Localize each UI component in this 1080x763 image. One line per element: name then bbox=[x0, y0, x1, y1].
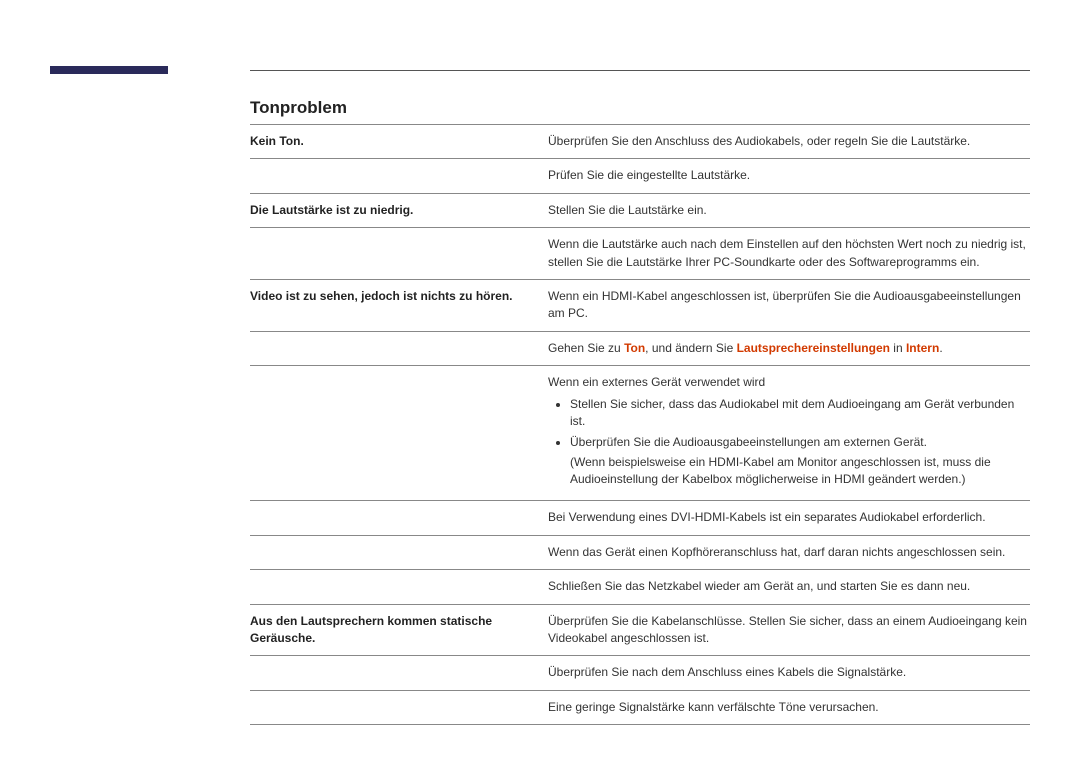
row-label: Video ist zu sehen, jedoch ist nichts zu… bbox=[250, 279, 548, 331]
row-value: Stellen Sie die Lautstärke ein. bbox=[548, 193, 1030, 227]
troubleshoot-table: Kein Ton.Überprüfen Sie den Anschluss de… bbox=[250, 124, 1030, 725]
row-label bbox=[250, 501, 548, 535]
row-value: Wenn die Lautstärke auch nach dem Einste… bbox=[548, 228, 1030, 280]
list-intro: Wenn ein externes Gerät verwendet wird bbox=[548, 374, 1030, 391]
highlight: Intern bbox=[906, 341, 939, 355]
table-row: Schließen Sie das Netzkabel wieder am Ge… bbox=[250, 570, 1030, 604]
accent-bar bbox=[50, 66, 168, 74]
table-row: Wenn das Gerät einen Kopfhöreranschluss … bbox=[250, 535, 1030, 569]
row-label: Die Lautstärke ist zu niedrig. bbox=[250, 193, 548, 227]
table-row: Wenn die Lautstärke auch nach dem Einste… bbox=[250, 228, 1030, 280]
row-label: Aus den Lautsprechern kommen statische G… bbox=[250, 604, 548, 656]
top-rule bbox=[250, 70, 1030, 71]
row-label bbox=[250, 331, 548, 365]
row-value: Gehen Sie zu Ton, und ändern Sie Lautspr… bbox=[548, 331, 1030, 365]
row-label bbox=[250, 570, 548, 604]
row-value: Wenn ein externes Gerät verwendet wird St… bbox=[548, 366, 1030, 501]
table-row: Wenn ein externes Gerät verwendet wird St… bbox=[250, 366, 1030, 501]
row-value: Prüfen Sie die eingestellte Lautstärke. bbox=[548, 159, 1030, 193]
row-value: Eine geringe Signalstärke kann verfälsch… bbox=[548, 690, 1030, 724]
highlight: Ton bbox=[624, 341, 645, 355]
row-label bbox=[250, 228, 548, 280]
bullet-list: Stellen Sie sicher, dass das Audiokabel … bbox=[548, 396, 1030, 489]
table-row: Überprüfen Sie nach dem Anschluss eines … bbox=[250, 656, 1030, 690]
list-item: Überprüfen Sie die Audioausgabeeinstellu… bbox=[570, 434, 1030, 488]
section-heading: Tonproblem bbox=[250, 98, 1030, 118]
table-row: Eine geringe Signalstärke kann verfälsch… bbox=[250, 690, 1030, 724]
table-row: Kein Ton.Überprüfen Sie den Anschluss de… bbox=[250, 125, 1030, 159]
row-label bbox=[250, 159, 548, 193]
table-row: Aus den Lautsprechern kommen statische G… bbox=[250, 604, 1030, 656]
table-row: Die Lautstärke ist zu niedrig.Stellen Si… bbox=[250, 193, 1030, 227]
row-label: Kein Ton. bbox=[250, 125, 548, 159]
content-area: Tonproblem Kein Ton.Überprüfen Sie den A… bbox=[250, 98, 1030, 725]
list-item: Stellen Sie sicher, dass das Audiokabel … bbox=[570, 396, 1030, 431]
table-row: Bei Verwendung eines DVI-HDMI-Kabels ist… bbox=[250, 501, 1030, 535]
table-row: Gehen Sie zu Ton, und ändern Sie Lautspr… bbox=[250, 331, 1030, 365]
row-value: Wenn ein HDMI-Kabel angeschlossen ist, ü… bbox=[548, 279, 1030, 331]
list-item-sub: (Wenn beispielsweise ein HDMI-Kabel am M… bbox=[570, 454, 1030, 489]
row-label bbox=[250, 690, 548, 724]
row-value: Überprüfen Sie den Anschluss des Audioka… bbox=[548, 125, 1030, 159]
table-row: Video ist zu sehen, jedoch ist nichts zu… bbox=[250, 279, 1030, 331]
row-value: Überprüfen Sie nach dem Anschluss eines … bbox=[548, 656, 1030, 690]
row-label bbox=[250, 366, 548, 501]
row-value: Bei Verwendung eines DVI-HDMI-Kabels ist… bbox=[548, 501, 1030, 535]
highlight: Lautsprechereinstellungen bbox=[737, 341, 890, 355]
row-label bbox=[250, 535, 548, 569]
row-value: Wenn das Gerät einen Kopfhöreranschluss … bbox=[548, 535, 1030, 569]
row-value: Schließen Sie das Netzkabel wieder am Ge… bbox=[548, 570, 1030, 604]
row-label bbox=[250, 656, 548, 690]
table-row: Prüfen Sie die eingestellte Lautstärke. bbox=[250, 159, 1030, 193]
table-row bbox=[250, 725, 1030, 726]
row-value: Überprüfen Sie die Kabelanschlüsse. Stel… bbox=[548, 604, 1030, 656]
